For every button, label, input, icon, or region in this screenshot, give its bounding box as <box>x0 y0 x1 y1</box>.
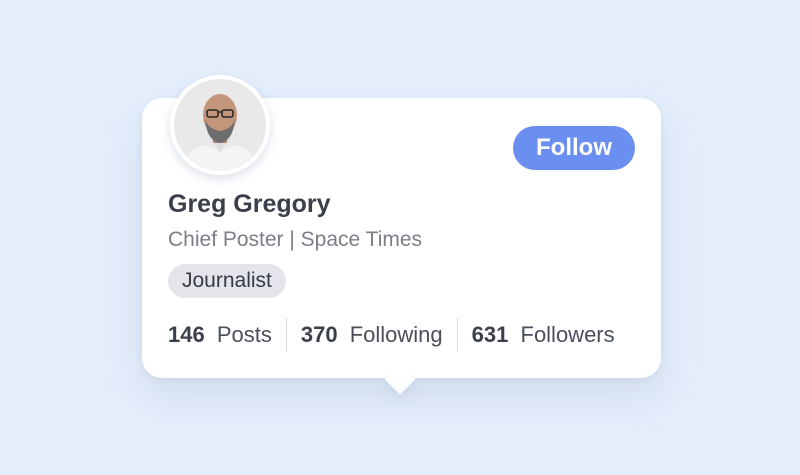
stat-followers-count: 631 <box>471 322 509 347</box>
avatar-photo <box>174 79 266 171</box>
stat-posts[interactable]: 146 Posts <box>168 322 272 348</box>
stat-divider <box>456 318 458 352</box>
stat-following[interactable]: 370 Following <box>301 322 443 348</box>
profile-name: Greg Gregory <box>168 190 331 218</box>
follow-button[interactable]: Follow <box>513 126 635 170</box>
stat-posts-label: Posts <box>216 322 272 347</box>
role-badge: Journalist <box>168 264 286 298</box>
stat-followers-label: Followers <box>520 322 615 347</box>
stats-row: 146 Posts 370 Following 631 Followers <box>168 318 615 352</box>
profile-subtitle: Chief Poster | Space Times <box>168 228 423 251</box>
stat-following-label: Following <box>349 322 443 347</box>
stat-followers[interactable]: 631 Followers <box>472 322 615 348</box>
avatar[interactable] <box>170 75 270 175</box>
stat-posts-count: 146 <box>168 322 205 347</box>
stat-following-count: 370 <box>300 322 338 347</box>
stat-divider <box>285 318 287 352</box>
